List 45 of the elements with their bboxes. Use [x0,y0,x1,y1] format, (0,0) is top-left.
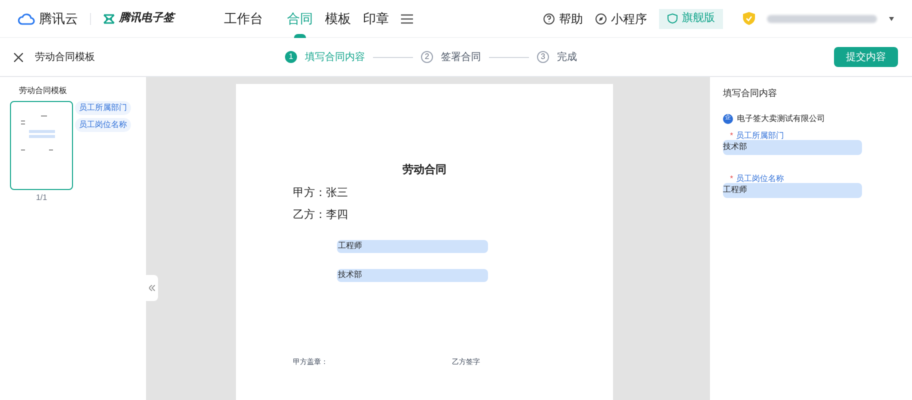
nav-tab[interactable]: 印章 [363,0,389,38]
company-name: 电子签大卖测试有限公司 [737,112,825,124]
mini-program-link[interactable]: 小程序 [595,10,647,28]
field-tag[interactable]: 员工所属部门 [75,101,131,115]
field-label: 员工所属部门 [736,132,784,140]
document-title: 劳动合同 [402,162,446,178]
caret-icon[interactable] [889,16,894,20]
party-label: 甲方： [293,186,326,200]
help-link[interactable]: 帮助 [543,10,583,28]
party-name: 张三 [326,186,348,200]
input-field[interactable]: 技术部 [723,140,862,154]
required-mark: * [730,174,734,182]
page-number: 1/1 [36,192,48,204]
step-number: 3 [537,51,549,63]
menu-icon[interactable] [401,14,413,24]
document-field[interactable]: 技术部 [337,268,488,282]
compass-icon [595,12,607,24]
required-mark: * [730,132,734,140]
step-label: 签署合同 [441,50,481,64]
step-number: 1 [285,51,297,63]
template-title: 劳动合同模板 [35,50,95,64]
nav-tab[interactable]: 模板 [325,0,351,38]
party-name: 李四 [326,208,348,223]
step-number: 2 [421,51,433,63]
document-field[interactable]: 工程师 [337,240,488,252]
field-label: 员工岗位名称 [736,174,784,182]
cloud-logo-icon [18,12,35,24]
product-name: 腾讯电子签 [119,10,174,26]
brand-name: 腾讯云 [39,10,78,28]
step-label: 完成 [557,50,577,64]
logo-icon [103,14,115,24]
input-field[interactable]: 工程师 [723,182,862,198]
close-icon[interactable] [14,52,23,62]
step-label: 填写合同内容 [305,50,365,64]
collapse-handle[interactable] [146,275,158,301]
nav-tab[interactable]: 工作台 [224,0,263,38]
field-tag[interactable]: 员工岗位名称 [75,118,131,132]
help-icon [543,12,555,24]
verified-shield-icon [743,12,755,25]
panel-title: 劳动合同模板 [19,85,68,97]
page-thumbnail[interactable] [10,101,73,190]
shield-icon [667,13,678,24]
panel-title: 填写合同内容 [723,87,778,100]
double-chevron-icon [149,285,155,291]
party-label: 乙方： [293,208,326,223]
